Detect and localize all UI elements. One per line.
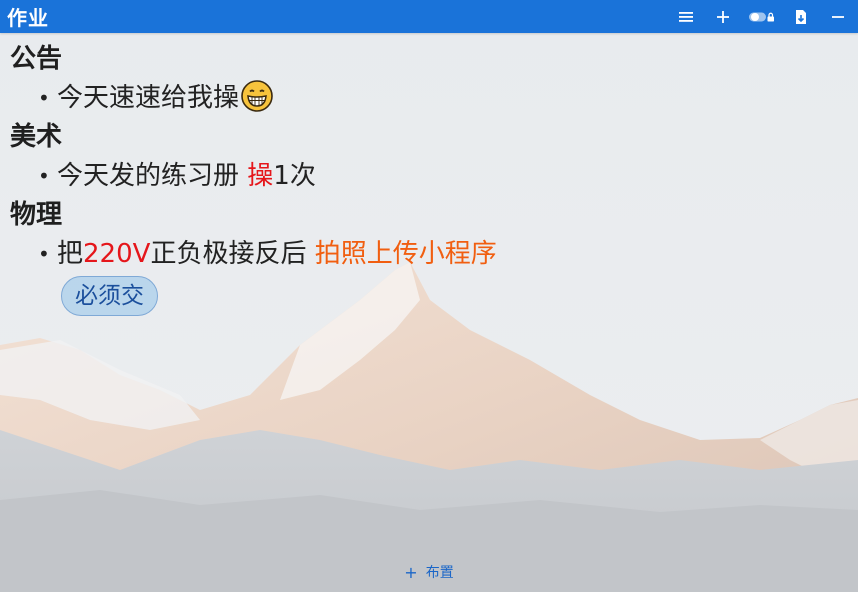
section-heading: 公告	[10, 44, 63, 74]
section-heading: 物理	[10, 200, 63, 230]
section-heading: 美术	[10, 122, 63, 152]
item-text-emphasis: 拍照上传小程序	[314, 239, 497, 269]
item-text: 把	[57, 239, 84, 269]
required-tag: 必须交	[61, 276, 158, 316]
list-item[interactable]: • 今天速速给我操	[38, 78, 507, 118]
section-physics: 物理 • 把220V正负极接反后 拍照上传小程序 必须交	[0, 196, 858, 316]
plus-icon: +	[404, 562, 418, 582]
section-announcement: 公告 • 今天速速给我操	[0, 40, 858, 118]
list-item[interactable]: • 把220V正负极接反后 拍照上传小程序	[38, 234, 507, 274]
homework-content: 公告 • 今天速速给我操 美术 • 今天发的练习册 操1次 物理 • 把220V…	[0, 40, 858, 316]
add-assignment-label: 布置	[425, 565, 454, 581]
title-bar: 作业	[0, 0, 858, 33]
add-assignment-button[interactable]: + 布置	[404, 562, 453, 582]
item-text-highlight: 操	[247, 161, 274, 191]
list-item[interactable]: • 今天发的练习册 操1次	[38, 156, 507, 196]
homework-widget: 作业 公告 • 今天速速给我操 美术 • 今天发的练习册 操1次 物理 • 把2…	[0, 0, 858, 592]
item-text-highlight: 220V	[83, 239, 151, 269]
bullet-dot: •	[38, 86, 50, 110]
item-text: 今天发的练习册	[57, 161, 248, 191]
plus-icon[interactable]	[711, 5, 735, 29]
item-text: 正负极接反后	[150, 239, 315, 269]
menu-icon[interactable]	[674, 5, 698, 29]
bullet-dot: •	[38, 242, 50, 266]
bullet-dot: •	[38, 164, 50, 188]
grinning-face-emoji-icon	[241, 80, 273, 112]
item-text: 1次	[273, 161, 316, 191]
section-art: 美术 • 今天发的练习册 操1次	[0, 118, 858, 196]
item-text: 今天速速给我操	[57, 83, 240, 113]
minimize-icon[interactable]	[826, 5, 850, 29]
toolbar	[661, 0, 850, 33]
footer: + 布置	[0, 562, 858, 590]
toggle-lock-icon[interactable]	[748, 5, 776, 29]
window-title: 作业	[7, 6, 49, 30]
export-file-icon[interactable]	[789, 5, 813, 29]
